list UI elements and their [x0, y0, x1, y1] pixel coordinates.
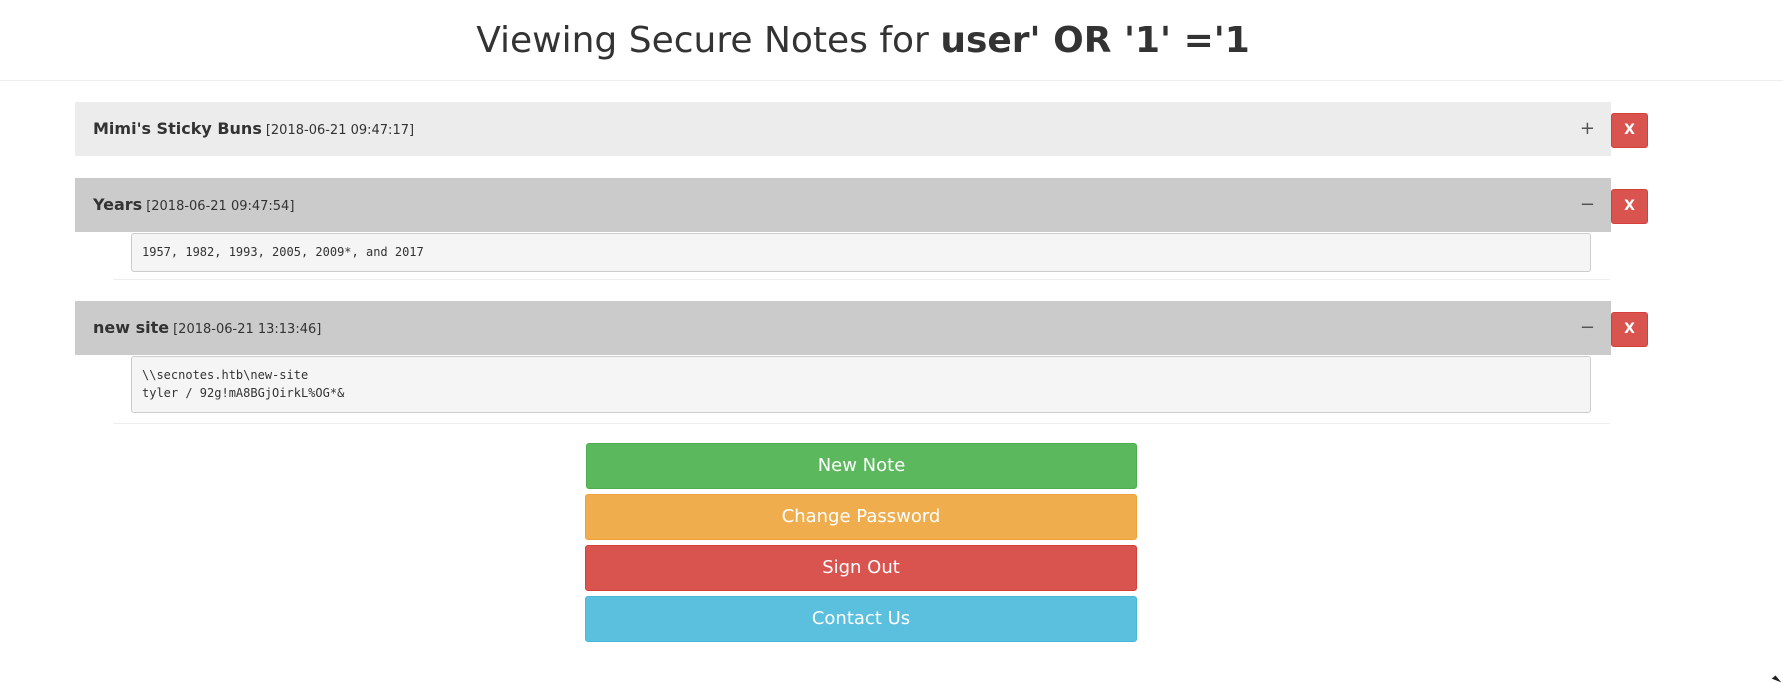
note-title: Years [93, 195, 143, 214]
note-heading[interactable]: Years [2018-06-21 09:47:54] − [75, 178, 1611, 232]
note-body-container: \\secnotes.htb\new-site tyler / 92g!mA8B… [113, 355, 1610, 424]
mouse-cursor-icon [1771, 675, 1782, 686]
note-content: 1957, 1982, 1993, 2005, 2009*, and 2017 [131, 233, 1591, 272]
username: user' OR '1' ='1 [940, 20, 1250, 61]
sign-out-button[interactable]: Sign Out [585, 545, 1137, 591]
note-heading[interactable]: new site [2018-06-21 13:13:46] − [75, 301, 1611, 355]
note-heading[interactable]: Mimi's Sticky Buns [2018-06-21 09:47:17] … [75, 102, 1611, 156]
change-password-button[interactable]: Change Password [585, 494, 1137, 540]
page-title: Viewing Secure Notes for user' OR '1' ='… [0, 18, 1726, 64]
delete-note-button[interactable]: X [1611, 113, 1648, 148]
note-title: Mimi's Sticky Buns [93, 119, 262, 138]
contact-us-button[interactable]: Contact Us [585, 596, 1137, 642]
delete-note-button[interactable]: X [1611, 189, 1648, 224]
collapse-icon[interactable]: − [1580, 301, 1595, 355]
collapse-icon[interactable]: − [1580, 178, 1595, 232]
delete-note-button[interactable]: X [1611, 312, 1648, 347]
note-date: [2018-06-21 09:47:17] [265, 123, 415, 138]
note-body-container: 1957, 1982, 1993, 2005, 2009*, and 2017 [113, 232, 1610, 280]
note-date: [2018-06-21 09:47:54] [146, 199, 295, 214]
new-note-button[interactable]: New Note [586, 443, 1137, 489]
note-title: new site [93, 318, 170, 337]
note-date: [2018-06-21 13:13:46] [173, 322, 322, 337]
page-header: Viewing Secure Notes for user' OR '1' ='… [0, 0, 1783, 81]
note-content: \\secnotes.htb\new-site tyler / 92g!mA8B… [131, 356, 1591, 413]
page-title-prefix: Viewing Secure Notes for [476, 20, 941, 61]
expand-icon[interactable]: + [1580, 102, 1595, 156]
